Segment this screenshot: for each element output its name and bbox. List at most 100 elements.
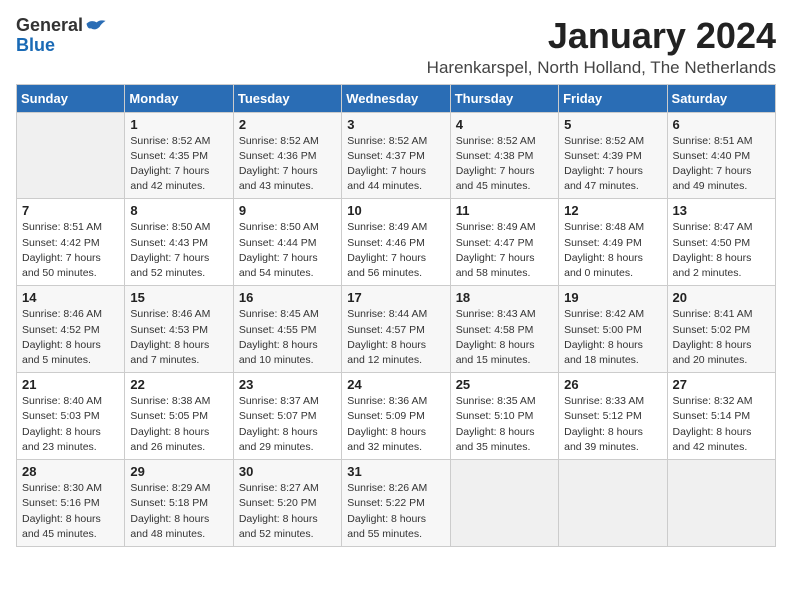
page-header: General Blue January 2024 Harenkarspel, … [16,16,776,78]
calendar-cell: 17Sunrise: 8:44 AMSunset: 4:57 PMDayligh… [342,286,450,373]
day-number: 29 [130,464,227,479]
calendar-cell: 30 Sunrise: 8:27 AMSunset: 5:20 PMDayligh… [233,460,341,547]
day-number: 20 [673,290,770,305]
day-info: Sunrise: 8:36 AMSunset: 5:09 PMDaylight:… [347,394,444,455]
day-number: 8 [130,203,227,218]
day-info: Sunrise: 8:44 AMSunset: 4:57 PMDaylight:… [347,307,444,368]
day-info: Sunrise: 8:32 AMSunset: 5:14 PMDaylight:… [673,394,770,455]
day-number: 14 [22,290,119,305]
title-block: January 2024 Harenkarspel, North Holland… [427,16,776,78]
calendar-cell: 7 Sunrise: 8:51 AMSunset: 4:42 PMDaylight… [17,199,125,286]
day-info: Sunrise: 8:51 AMSunset: 4:42 PMDaylight:… [22,220,119,281]
day-header-wednesday: Wednesday [342,84,450,112]
day-info: Sunrise: 8:49 AMSunset: 4:46 PMDaylight:… [347,220,444,281]
calendar-cell: 18Sunrise: 8:43 AMSunset: 4:58 PMDayligh… [450,286,558,373]
day-info: Sunrise: 8:52 AMSunset: 4:36 PMDaylight:… [239,134,336,195]
day-number: 2 [239,117,336,132]
calendar-cell: 6 Sunrise: 8:51 AMSunset: 4:40 PMDaylight… [667,112,775,199]
day-info: Sunrise: 8:33 AMSunset: 5:12 PMDaylight:… [564,394,661,455]
calendar-cell: 23Sunrise: 8:37 AMSunset: 5:07 PMDayligh… [233,373,341,460]
calendar-week-row: 7 Sunrise: 8:51 AMSunset: 4:42 PMDaylight… [17,199,776,286]
day-info: Sunrise: 8:52 AMSunset: 4:37 PMDaylight:… [347,134,444,195]
day-info: Sunrise: 8:49 AMSunset: 4:47 PMDaylight:… [456,220,553,281]
day-number: 9 [239,203,336,218]
day-info: Sunrise: 8:41 AMSunset: 5:02 PMDaylight:… [673,307,770,368]
day-number: 6 [673,117,770,132]
day-info: Sunrise: 8:45 AMSunset: 4:55 PMDaylight:… [239,307,336,368]
day-number: 1 [130,117,227,132]
calendar-cell: 22 Sunrise: 8:38 AMSunset: 5:05 PMDayligh… [125,373,233,460]
day-info: Sunrise: 8:40 AMSunset: 5:03 PMDaylight:… [22,394,119,455]
day-number: 13 [673,203,770,218]
day-info: Sunrise: 8:50 AMSunset: 4:44 PMDaylight:… [239,220,336,281]
day-info: Sunrise: 8:26 AMSunset: 5:22 PMDaylight:… [347,481,444,542]
day-info: Sunrise: 8:38 AMSunset: 5:05 PMDaylight:… [130,394,227,455]
day-number: 30 [239,464,336,479]
calendar-body: 1 Sunrise: 8:52 AMSunset: 4:35 PMDaylight… [17,112,776,546]
logo-blue-text: Blue [16,36,55,56]
calendar-week-row: 21Sunrise: 8:40 AMSunset: 5:03 PMDayligh… [17,373,776,460]
calendar-cell: 13 Sunrise: 8:47 AMSunset: 4:50 PMDayligh… [667,199,775,286]
day-number: 4 [456,117,553,132]
day-info: Sunrise: 8:42 AMSunset: 5:00 PMDaylight:… [564,307,661,368]
calendar-cell: 24 Sunrise: 8:36 AMSunset: 5:09 PMDayligh… [342,373,450,460]
calendar-table: SundayMondayTuesdayWednesdayThursdayFrid… [16,84,776,547]
calendar-cell: 11 Sunrise: 8:49 AMSunset: 4:47 PMDayligh… [450,199,558,286]
day-number: 11 [456,203,553,218]
day-info: Sunrise: 8:37 AMSunset: 5:07 PMDaylight:… [239,394,336,455]
calendar-cell: 31 Sunrise: 8:26 AMSunset: 5:22 PMDayligh… [342,460,450,547]
day-number: 24 [347,377,444,392]
calendar-week-row: 1 Sunrise: 8:52 AMSunset: 4:35 PMDaylight… [17,112,776,199]
day-header-friday: Friday [559,84,667,112]
day-header-saturday: Saturday [667,84,775,112]
calendar-cell: 28 Sunrise: 8:30 AMSunset: 5:16 PMDayligh… [17,460,125,547]
day-number: 28 [22,464,119,479]
calendar-cell: 4Sunrise: 8:52 AMSunset: 4:38 PMDaylight… [450,112,558,199]
calendar-cell [559,460,667,547]
day-info: Sunrise: 8:27 AMSunset: 5:20 PMDaylight:… [239,481,336,542]
day-number: 18 [456,290,553,305]
day-number: 7 [22,203,119,218]
day-info: Sunrise: 8:30 AMSunset: 5:16 PMDaylight:… [22,481,119,542]
calendar-cell: 8 Sunrise: 8:50 AMSunset: 4:43 PMDaylight… [125,199,233,286]
calendar-cell: 10Sunrise: 8:49 AMSunset: 4:46 PMDayligh… [342,199,450,286]
calendar-cell [450,460,558,547]
calendar-cell: 15Sunrise: 8:46 AMSunset: 4:53 PMDayligh… [125,286,233,373]
day-number: 3 [347,117,444,132]
day-number: 22 [130,377,227,392]
day-number: 31 [347,464,444,479]
day-header-monday: Monday [125,84,233,112]
calendar-cell: 2 Sunrise: 8:52 AMSunset: 4:36 PMDaylight… [233,112,341,199]
logo-general-text: General [16,16,83,36]
calendar-cell: 5Sunrise: 8:52 AMSunset: 4:39 PMDaylight… [559,112,667,199]
calendar-cell: 20 Sunrise: 8:41 AMSunset: 5:02 PMDayligh… [667,286,775,373]
calendar-cell: 25 Sunrise: 8:35 AMSunset: 5:10 PMDayligh… [450,373,558,460]
calendar-cell: 9 Sunrise: 8:50 AMSunset: 4:44 PMDaylight… [233,199,341,286]
day-number: 12 [564,203,661,218]
calendar-cell: 12Sunrise: 8:48 AMSunset: 4:49 PMDayligh… [559,199,667,286]
day-info: Sunrise: 8:52 AMSunset: 4:39 PMDaylight:… [564,134,661,195]
calendar-cell: 26 Sunrise: 8:33 AMSunset: 5:12 PMDayligh… [559,373,667,460]
calendar-cell: 3 Sunrise: 8:52 AMSunset: 4:37 PMDaylight… [342,112,450,199]
day-number: 25 [456,377,553,392]
day-number: 15 [130,290,227,305]
day-info: Sunrise: 8:51 AMSunset: 4:40 PMDaylight:… [673,134,770,195]
day-info: Sunrise: 8:35 AMSunset: 5:10 PMDaylight:… [456,394,553,455]
day-header-sunday: Sunday [17,84,125,112]
day-info: Sunrise: 8:47 AMSunset: 4:50 PMDaylight:… [673,220,770,281]
calendar-cell: 21Sunrise: 8:40 AMSunset: 5:03 PMDayligh… [17,373,125,460]
day-info: Sunrise: 8:52 AMSunset: 4:35 PMDaylight:… [130,134,227,195]
day-info: Sunrise: 8:50 AMSunset: 4:43 PMDaylight:… [130,220,227,281]
day-number: 26 [564,377,661,392]
location-subtitle: Harenkarspel, North Holland, The Netherl… [427,58,776,78]
calendar-cell: 27Sunrise: 8:32 AMSunset: 5:14 PMDayligh… [667,373,775,460]
calendar-cell: 16Sunrise: 8:45 AMSunset: 4:55 PMDayligh… [233,286,341,373]
calendar-week-row: 28 Sunrise: 8:30 AMSunset: 5:16 PMDayligh… [17,460,776,547]
logo-bird-icon [85,17,107,35]
calendar-cell: 14Sunrise: 8:46 AMSunset: 4:52 PMDayligh… [17,286,125,373]
calendar-week-row: 14Sunrise: 8:46 AMSunset: 4:52 PMDayligh… [17,286,776,373]
logo: General Blue [16,16,107,56]
day-info: Sunrise: 8:29 AMSunset: 5:18 PMDaylight:… [130,481,227,542]
calendar-cell [17,112,125,199]
calendar-cell: 19Sunrise: 8:42 AMSunset: 5:00 PMDayligh… [559,286,667,373]
